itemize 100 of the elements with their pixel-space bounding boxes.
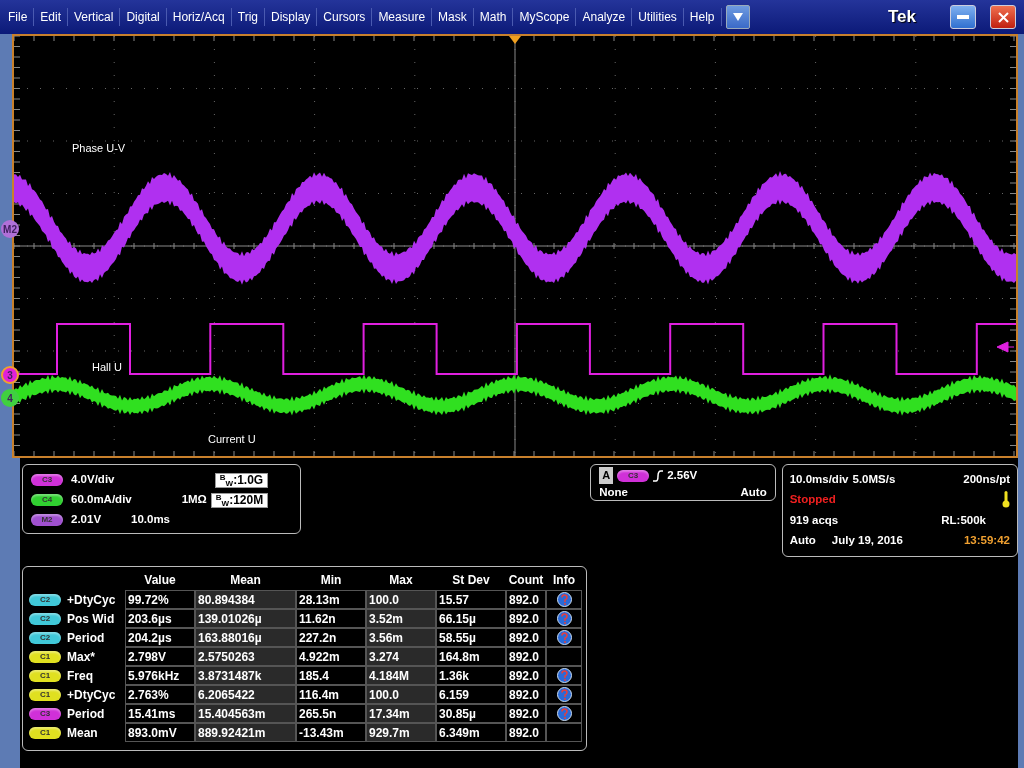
table-cell: 265.5n (296, 704, 366, 723)
table-cell: -13.43m (296, 723, 366, 742)
table-cell: 892.0 (506, 685, 546, 704)
channel-impedance: 1MΩ (181, 492, 207, 508)
table-cell: 163.88016µ (195, 628, 296, 647)
channel-badge[interactable]: C2 (29, 631, 61, 644)
table-cell: 30.85µ (436, 704, 506, 723)
table-cell: 4.184M (366, 666, 436, 685)
minimize-icon (957, 15, 969, 19)
menu-item[interactable]: Analyze (576, 8, 633, 26)
brand-logo: Tek (887, 6, 916, 29)
column-header: Count (507, 572, 545, 589)
column-header: Min (319, 572, 343, 589)
table-cell: 99.72% (125, 590, 195, 609)
menu-item[interactable]: Cursors (317, 8, 373, 26)
trace-label: Phase U-V (72, 141, 126, 156)
acquisition-mode: Auto (789, 533, 816, 549)
column-header: Value (143, 572, 177, 589)
table-cell: 3.274 (366, 647, 436, 666)
table-cell: 116.4m (296, 685, 366, 704)
channel-scale: 60.0mA/div (71, 492, 132, 508)
table-cell: 1.36k (436, 666, 506, 685)
channel-scale: 2.01V (71, 512, 103, 528)
table-cell: 66.15µ (436, 609, 506, 628)
acquisition-state: Stopped (789, 492, 836, 508)
measurement-name: Max* (67, 648, 96, 666)
time-label: 13:59:42 (963, 533, 1010, 549)
table-cell: 892.0 (506, 590, 546, 609)
channel-marker[interactable]: M2 (1, 220, 19, 238)
channel-badge[interactable]: C1 (29, 688, 61, 701)
table-cell: 893.0mV (125, 723, 195, 742)
menu-item[interactable]: Digital (120, 8, 167, 26)
table-cell: 100.0 (366, 685, 436, 704)
table-cell: 15.41ms (125, 704, 195, 723)
record-length: RL:500k (941, 512, 986, 528)
table-cell: 2.798V (125, 647, 195, 666)
menu-item[interactable]: Display (265, 8, 318, 26)
close-button[interactable] (990, 5, 1016, 29)
table-cell: 100.0 (366, 590, 436, 609)
thermometer-icon (1002, 491, 1010, 509)
channel-scale: 4.0V/div (71, 472, 115, 488)
table-cell: 227.2n (296, 628, 366, 647)
column-header: Max (388, 572, 414, 589)
dropdown-button[interactable] (725, 5, 750, 29)
minimize-button[interactable] (950, 5, 976, 29)
channel-badge[interactable]: C4 (31, 494, 63, 506)
measurement-name: Period (67, 629, 106, 647)
menu-item[interactable]: Utilities (632, 8, 684, 26)
table-cell: 80.894384 (195, 590, 296, 609)
table-cell: 185.4 (296, 666, 366, 685)
timebase: 10.0ms/div (789, 471, 849, 487)
channel-marker[interactable]: 4 (1, 389, 19, 407)
channel-badge[interactable]: C1 (29, 726, 61, 739)
trace-label: Current U (208, 432, 256, 447)
channel-badge[interactable]: C2 (29, 593, 61, 606)
info-icon[interactable] (556, 668, 572, 683)
table-cell: 4.922m (296, 647, 366, 666)
trigger-level: 2.56V (667, 468, 698, 483)
measurement-name: Period (67, 705, 106, 723)
table-cell: 204.2µs (125, 628, 195, 647)
menu-item[interactable]: File (2, 8, 35, 26)
table-cell: 889.92421m (195, 723, 296, 742)
menu-item[interactable]: Math (473, 8, 514, 26)
menu-item[interactable]: Mask (432, 8, 474, 26)
menu-item[interactable]: Measure (372, 8, 433, 26)
menu-item[interactable]: Trig (231, 8, 265, 26)
table-cell: 3.52m (366, 609, 436, 628)
trigger-type: A (599, 467, 614, 484)
info-icon[interactable] (556, 592, 572, 607)
trace-label: Hall U (92, 360, 122, 375)
menu-item[interactable]: Vertical (68, 8, 121, 26)
channel-badge[interactable]: C1 (29, 650, 61, 663)
channel-position: 10.0ms (131, 512, 170, 528)
table-cell: 203.6µs (125, 609, 195, 628)
table-cell: 892.0 (506, 609, 546, 628)
menu-item[interactable]: Horiz/Acq (166, 8, 232, 26)
resolution: 200ns/pt (963, 471, 1010, 487)
trigger-level-icon (996, 341, 1015, 353)
table-cell: 28.13m (296, 590, 366, 609)
trigger-mode: Auto (740, 485, 767, 501)
date-label: July 19, 2016 (831, 533, 903, 549)
menu-item[interactable]: Edit (34, 8, 69, 26)
info-icon[interactable] (556, 630, 572, 645)
menu-item[interactable]: MyScope (513, 8, 577, 26)
table-cell: 892.0 (506, 704, 546, 723)
trigger-position-icon (509, 36, 521, 44)
info-icon[interactable] (556, 706, 572, 721)
column-header: St Dev (451, 572, 491, 589)
measurement-name: Freq (67, 667, 94, 685)
channel-badge[interactable]: C2 (29, 612, 61, 625)
table-cell: 929.7m (366, 723, 436, 742)
channel-badge[interactable]: C1 (29, 669, 61, 682)
table-cell: 892.0 (506, 666, 546, 685)
table-cell: 892.0 (506, 628, 546, 647)
info-icon[interactable] (556, 687, 572, 702)
table-cell: 2.5750263 (195, 647, 296, 666)
menu-item[interactable]: Help (683, 8, 722, 26)
info-icon[interactable] (556, 611, 572, 626)
column-header: Mean (229, 572, 262, 589)
table-cell: 15.57 (436, 590, 506, 609)
